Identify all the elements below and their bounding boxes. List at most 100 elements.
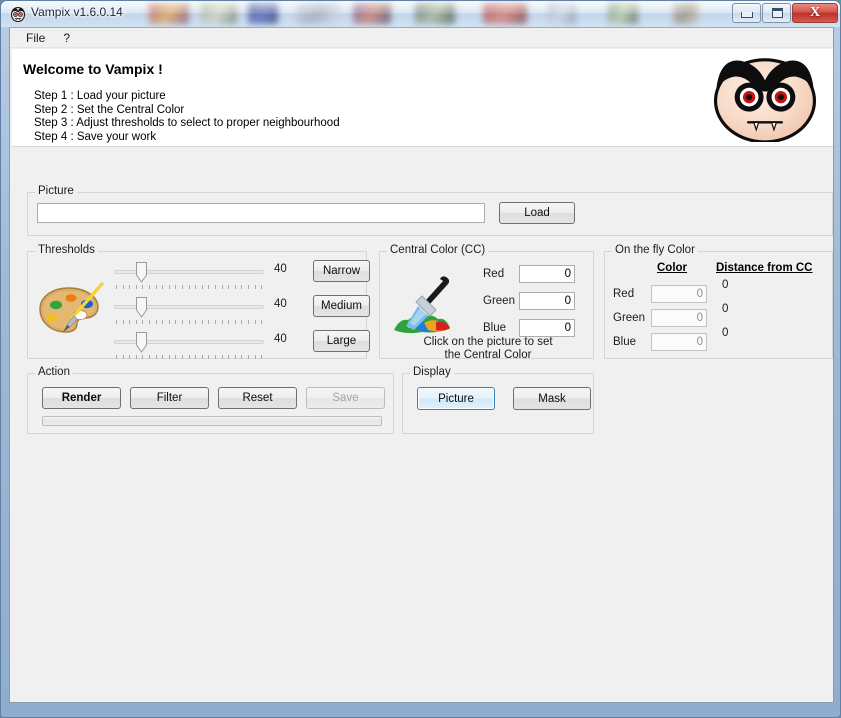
picture-display-button[interactable]: Picture (417, 387, 495, 410)
application-window: Vampix v1.6.0.14 X File ? Welcome to Vam… (0, 0, 841, 718)
glass-blur-blob (483, 2, 527, 24)
slider-tick (142, 320, 144, 324)
save-button: Save (306, 387, 385, 409)
vampire-face-logo (713, 58, 817, 142)
action-group: Action Render Filter Reset Save (27, 366, 394, 434)
slider-tick (129, 285, 131, 289)
slider-tick (135, 355, 137, 359)
glass-blur-blob (353, 2, 391, 24)
cc-hint-line2: the Central Color (444, 349, 532, 361)
slider-tick (155, 355, 157, 359)
slider-tick (215, 285, 216, 289)
step-1: Step 1 : Load your picture (34, 90, 166, 102)
mask-display-button[interactable]: Mask (513, 387, 591, 410)
slider-tick (188, 285, 190, 289)
slider-tick (122, 355, 124, 359)
glass-blur-blob (248, 2, 278, 24)
slider-tick (201, 355, 203, 359)
window-controls: X (731, 3, 838, 24)
on-the-fly-color-group: On the fly Color Color Distance from CC … (604, 244, 833, 359)
cc-red-label: Red (483, 268, 505, 280)
slider-tick (201, 285, 203, 289)
picture-group-label: Picture (35, 185, 77, 197)
page-title: Welcome to Vampix ! (23, 61, 163, 77)
medium-button[interactable]: Medium (313, 295, 370, 317)
otf-green-label: Green (613, 312, 645, 324)
narrow-button[interactable]: Narrow (313, 260, 370, 282)
glass-blur-blob (296, 2, 340, 24)
cc-blue-input[interactable] (519, 319, 575, 337)
reset-button[interactable]: Reset (218, 387, 297, 409)
central-color-hint: Click on the picture to set the Central … (388, 336, 588, 362)
slider-tick (195, 320, 197, 324)
display-group: Display Picture Mask (402, 366, 594, 434)
slider-tick (195, 285, 197, 289)
slider-tick (261, 285, 263, 289)
slider-thumb[interactable] (136, 262, 147, 283)
slider-tick (168, 285, 170, 289)
maximize-button[interactable] (762, 3, 791, 23)
filter-button[interactable]: Filter (130, 387, 209, 409)
slider-tick (248, 355, 249, 359)
slider-tick (221, 355, 223, 359)
picture-group: Picture Load (27, 185, 833, 236)
progress-bar (42, 416, 382, 426)
slider-thumb[interactable] (136, 332, 147, 353)
maximize-icon (772, 8, 783, 18)
slider-tick (175, 320, 177, 324)
slider-tick (168, 320, 170, 324)
slider-tick (248, 285, 249, 289)
glass-blur-blob (415, 2, 455, 24)
glass-blur-blob (548, 2, 576, 24)
slider-tick (162, 320, 164, 324)
on-the-fly-group-label: On the fly Color (612, 244, 698, 256)
minimize-button[interactable] (732, 3, 761, 23)
threshold-value-1: 40 (274, 263, 287, 275)
vampire-face-icon (10, 6, 26, 22)
load-button[interactable]: Load (499, 202, 575, 224)
title-bar[interactable]: Vampix v1.6.0.14 X (1, 1, 840, 27)
otf-red-input[interactable] (651, 285, 707, 303)
otf-blue-distance: 0 (722, 327, 729, 339)
steps-list: Step 1 : Load your picture Step 2 : Set … (34, 90, 340, 144)
slider-tick (155, 285, 157, 289)
slider-tick (182, 320, 183, 324)
cc-hint-line1: Click on the picture to set (423, 336, 553, 348)
cc-red-input[interactable] (519, 265, 575, 283)
close-button[interactable]: X (792, 3, 838, 23)
slider-tick (162, 285, 164, 289)
slider-tick (208, 320, 210, 324)
central-color-group-label: Central Color (CC) (387, 244, 489, 256)
cc-blue-label: Blue (483, 322, 507, 334)
slider-tick (234, 285, 236, 289)
otf-green-input[interactable] (651, 309, 707, 327)
otf-distance-header: Distance from CC (716, 262, 813, 274)
slider-tick (188, 355, 190, 359)
slider-tick (155, 320, 157, 324)
action-group-label: Action (35, 366, 73, 378)
cc-green-input[interactable] (519, 292, 575, 310)
slider-tick (248, 320, 249, 324)
menu-file[interactable]: File (18, 29, 53, 47)
otf-blue-input[interactable] (651, 333, 707, 351)
step-3: Step 3 : Adjust thresholds to select to … (34, 117, 340, 130)
picture-path-input[interactable] (37, 203, 485, 223)
step-2: Step 2 : Set the Central Color (34, 103, 185, 116)
window-title: Vampix v1.6.0.14 (31, 5, 123, 19)
slider-tick (129, 320, 131, 324)
slider-tick (261, 355, 263, 359)
slider-tick (241, 355, 243, 359)
thresholds-group-label: Thresholds (35, 244, 98, 256)
slider-tick (116, 285, 117, 289)
large-button[interactable]: Large (313, 330, 370, 352)
menu-help[interactable]: ? (55, 29, 78, 47)
slider-thumb[interactable] (136, 297, 147, 318)
render-button[interactable]: Render (42, 387, 121, 409)
slider-ticks (116, 320, 263, 325)
slider-tick (254, 320, 256, 324)
minimize-icon (741, 12, 753, 18)
slider-tick (228, 355, 230, 359)
cc-green-label: Green (483, 295, 515, 307)
palette-icon (39, 282, 104, 333)
slider-tick (254, 285, 256, 289)
